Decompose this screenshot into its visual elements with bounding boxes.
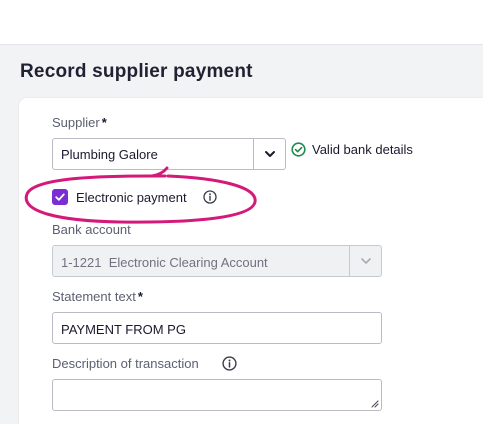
statement-text-input[interactable]: PAYMENT FROM PG bbox=[52, 312, 382, 344]
info-icon[interactable] bbox=[203, 190, 217, 204]
check-circle-icon bbox=[291, 142, 306, 157]
statement-text-label: Statement text * bbox=[52, 289, 143, 304]
bank-account-value: 1-1221 Electronic Clearing Account bbox=[61, 255, 268, 270]
supplier-select[interactable]: Plumbing Galore bbox=[52, 138, 286, 170]
electronic-payment-checkbox[interactable] bbox=[52, 189, 68, 205]
required-mark: * bbox=[101, 115, 107, 130]
supplier-value: Plumbing Galore bbox=[61, 147, 158, 162]
description-label: Description of transaction bbox=[52, 356, 199, 371]
valid-status-text: Valid bank details bbox=[312, 142, 413, 157]
top-bar bbox=[0, 0, 483, 45]
description-textarea[interactable] bbox=[52, 379, 382, 411]
supplier-label: Supplier * bbox=[52, 115, 107, 130]
checkmark-icon bbox=[55, 193, 65, 201]
valid-bank-details: Valid bank details bbox=[291, 142, 413, 157]
required-mark: * bbox=[137, 289, 143, 304]
chevron-down-icon[interactable] bbox=[254, 139, 285, 169]
bank-account-label: Bank account bbox=[52, 222, 131, 237]
statement-text-value: PAYMENT FROM PG bbox=[61, 322, 186, 337]
page-title: Record supplier payment bbox=[20, 61, 253, 82]
info-icon[interactable] bbox=[222, 356, 237, 371]
electronic-payment-label[interactable]: Electronic payment bbox=[76, 190, 187, 205]
bank-account-select: 1-1221 Electronic Clearing Account bbox=[52, 245, 382, 277]
chevron-down-icon bbox=[350, 246, 381, 276]
resize-handle-icon[interactable] bbox=[370, 399, 379, 408]
